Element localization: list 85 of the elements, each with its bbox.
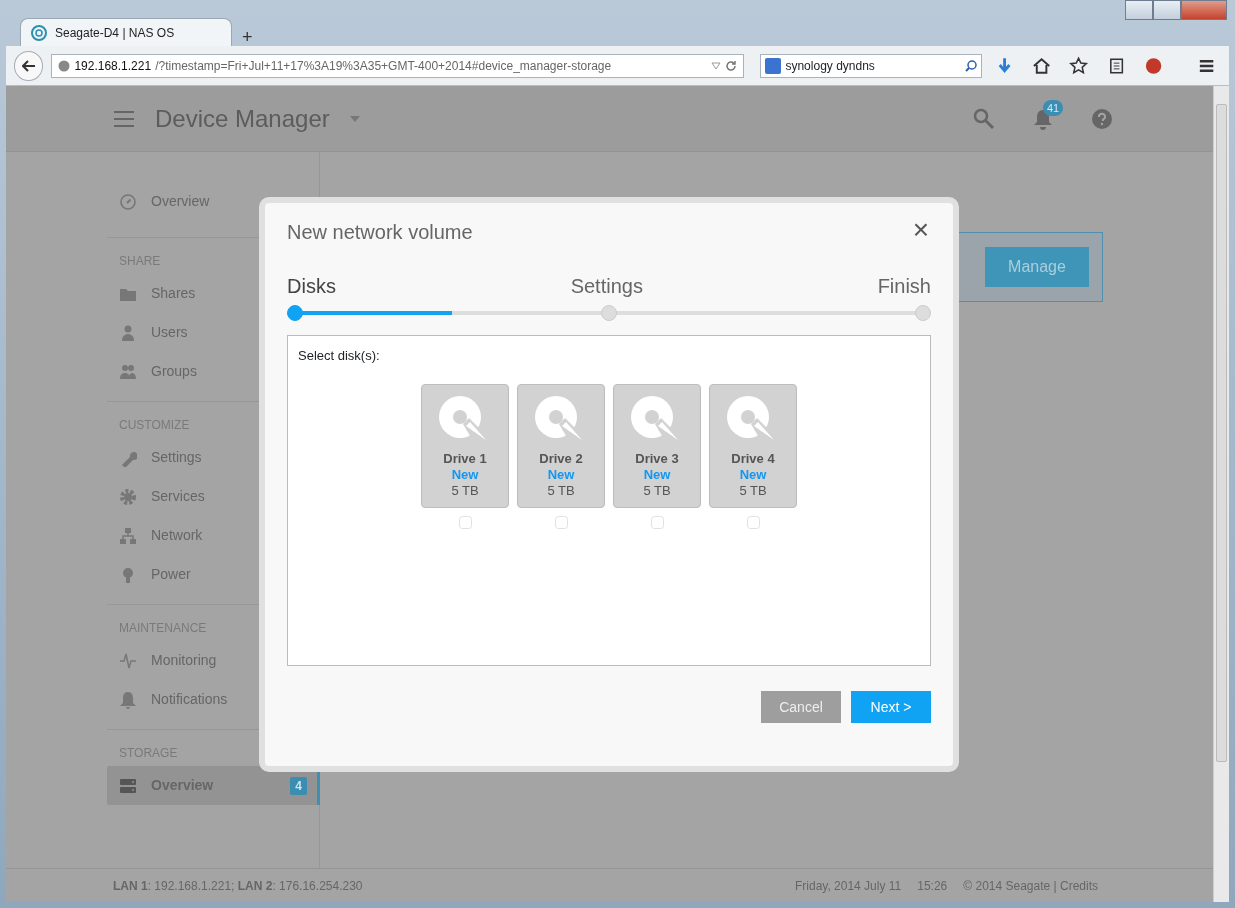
sidebar-label: Notifications: [151, 690, 228, 709]
tab-title: Seagate-D4 | NAS OS: [55, 24, 175, 42]
count-badge: 4: [290, 776, 307, 795]
sidebar-item[interactable]: Monitoring: [107, 641, 319, 680]
sidebar-label: Shares: [151, 284, 196, 303]
drive-name: Drive 4: [731, 450, 775, 467]
drive-size: 5 TB: [643, 483, 671, 500]
bell-icon: [119, 690, 137, 709]
step-label: Finish: [877, 274, 931, 299]
drive-status: New: [739, 466, 767, 483]
compass-icon: [119, 192, 137, 211]
drive-name: Drive 1: [443, 450, 487, 467]
sidebar-label: Overview: [151, 192, 210, 211]
sidebar-item[interactable]: Overview: [107, 182, 319, 221]
sidebar-label: Settings: [151, 448, 202, 467]
close-button[interactable]: ×: [906, 215, 935, 245]
back-button[interactable]: [14, 50, 44, 81]
sidebar-item[interactable]: Settings: [107, 438, 319, 477]
search-value: synology dyndns: [785, 57, 875, 75]
network-icon: [119, 526, 137, 545]
users-icon: [119, 362, 137, 381]
sidebar-label: Power: [151, 565, 191, 584]
address-bar[interactable]: 192.168.1.221 /?timestamp=Fri+Jul+11+17%3A19%3A35+GMT-400+2014#device_manager-storage: [51, 53, 745, 78]
reload-icon[interactable]: [725, 59, 738, 72]
sidebar-label: Groups: [151, 362, 197, 381]
scrollbar[interactable]: [1213, 86, 1229, 902]
drive-card[interactable]: Drive 1 New 5 TB: [421, 383, 509, 508]
step-dot[interactable]: [287, 305, 303, 321]
drive-checkbox[interactable]: [746, 515, 760, 529]
drive-status: New: [547, 466, 575, 483]
globe-icon: [58, 59, 71, 72]
sidebar-item[interactable]: Notifications: [107, 680, 319, 719]
next-button[interactable]: Next >: [851, 691, 931, 723]
drive-size: 5 TB: [739, 483, 767, 500]
drive-size: 5 TB: [547, 483, 575, 500]
drive-checkbox[interactable]: [554, 515, 568, 529]
sidebar-item[interactable]: Services: [107, 477, 319, 516]
drive-card[interactable]: Drive 4 New 5 TB: [709, 383, 797, 508]
sidebar-label: Network: [151, 526, 203, 545]
sidebar-item[interactable]: Power: [107, 555, 319, 594]
user-icon: [119, 323, 137, 342]
pulse-icon: [119, 651, 137, 670]
drive-size: 5 TB: [451, 483, 479, 500]
close-button[interactable]: [1181, 0, 1227, 20]
step-label: Disks: [287, 274, 336, 299]
drive-card[interactable]: Drive 2 New 5 TB: [517, 383, 605, 508]
browser-tab[interactable]: Seagate-D4 | NAS OS: [20, 18, 232, 46]
drive-checkbox[interactable]: [458, 515, 472, 529]
help-icon[interactable]: [1091, 107, 1113, 130]
seagate-logo-icon: [31, 24, 47, 41]
sidebar-label: Users: [151, 323, 188, 342]
dropdown-icon[interactable]: [711, 61, 722, 70]
drive-name: Drive 3: [635, 450, 679, 467]
sidebar-label: Monitoring: [151, 651, 217, 670]
sidebar-label: Services: [151, 487, 205, 506]
url-host: 192.168.1.221: [74, 57, 152, 75]
footer-date: Friday, 2014 July 11: [794, 877, 902, 895]
drive-status: New: [643, 466, 671, 483]
search-field[interactable]: synology dyndns: [760, 53, 983, 78]
notification-badge: 41: [1043, 99, 1064, 116]
minimize-button[interactable]: [1125, 0, 1153, 20]
drive-card[interactable]: Drive 3 New 5 TB: [613, 383, 701, 508]
footer-time: 15:26: [917, 877, 948, 895]
search-engine-icon[interactable]: [765, 57, 782, 74]
search-icon[interactable]: [965, 59, 978, 72]
manage-button[interactable]: Manage: [985, 247, 1089, 287]
drive-status: New: [451, 466, 479, 483]
caret-icon[interactable]: [349, 115, 360, 122]
cancel-button[interactable]: Cancel: [761, 691, 841, 723]
step-dot[interactable]: [601, 305, 617, 321]
url-path: /?timestamp=Fri+Jul+11+17%3A19%3A35+GMT-400+2014#device_manager-storage: [155, 57, 612, 75]
step-dot[interactable]: [915, 305, 931, 321]
star-icon[interactable]: [1068, 54, 1090, 77]
footer-copyright: © 2014 Seagate | Credits: [963, 877, 1098, 895]
new-tab-button[interactable]: +: [232, 28, 263, 46]
drive-name: Drive 2: [539, 450, 583, 467]
step-label: Settings: [570, 274, 643, 299]
sidebar-item[interactable]: Network: [107, 516, 319, 555]
back-arrow-icon: [21, 59, 36, 72]
server-icon: [119, 776, 137, 795]
lan-status: LAN 1: 192.168.1.221; LAN 2: 176.16.254.230: [113, 877, 363, 895]
maximize-button[interactable]: [1153, 0, 1181, 20]
page-title[interactable]: Device Manager: [155, 100, 330, 137]
drive-checkbox[interactable]: [650, 515, 664, 529]
gear-icon: [119, 487, 137, 506]
